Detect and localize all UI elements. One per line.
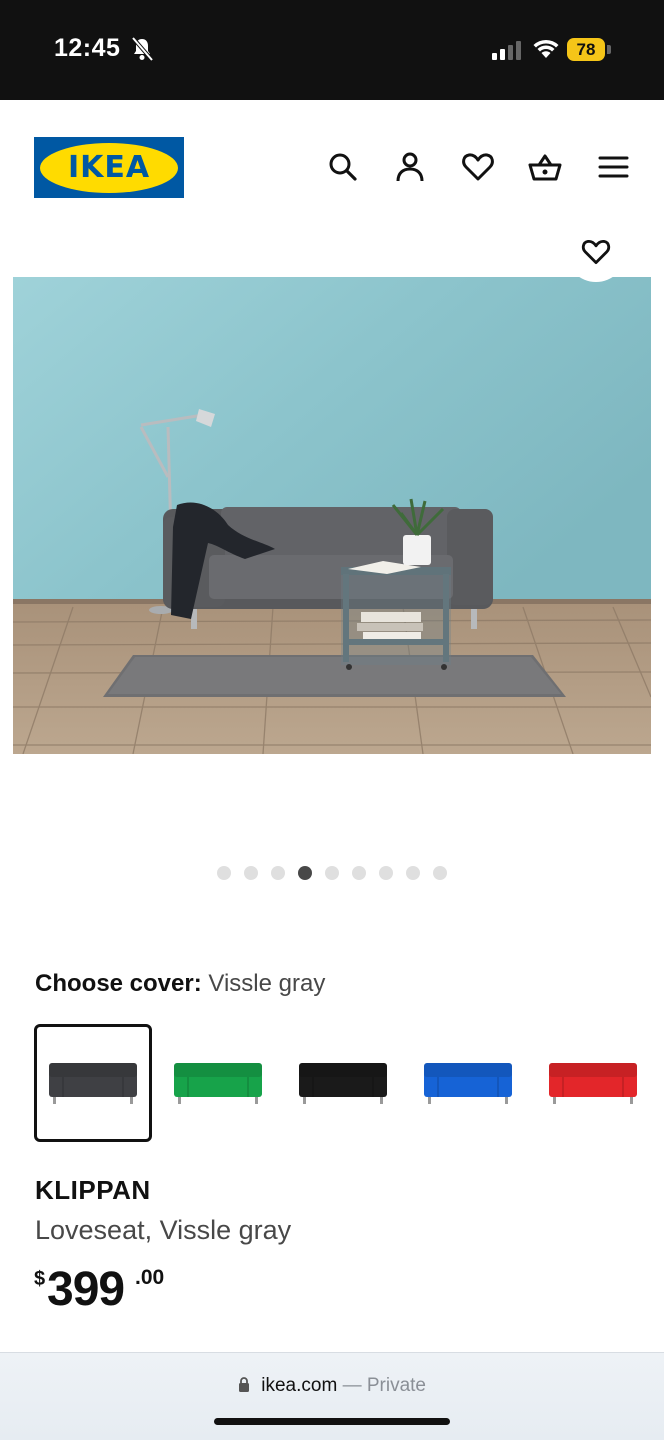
battery-indicator: 78 xyxy=(567,38,605,61)
sofa-thumbnail-icon xyxy=(299,1063,387,1104)
search-icon xyxy=(329,153,357,181)
product-description: Loveseat, Vissle gray xyxy=(35,1215,292,1245)
carousel-dot[interactable] xyxy=(325,866,339,880)
save-to-favorites-button[interactable] xyxy=(566,222,626,282)
carousel-dot[interactable] xyxy=(379,866,393,880)
price-whole: 399 xyxy=(47,1263,125,1316)
carousel-dot[interactable] xyxy=(271,866,285,880)
cart-button[interactable] xyxy=(528,150,562,184)
logo-text: IKEA xyxy=(67,150,151,185)
address-bar[interactable]: ikea.com — Private xyxy=(0,1375,664,1397)
status-time: 12:45 xyxy=(54,34,121,62)
carousel-dot[interactable] xyxy=(406,866,420,880)
cover-swatch[interactable] xyxy=(34,1024,152,1142)
product-name: KLIPPAN xyxy=(35,1175,151,1205)
account-icon xyxy=(396,152,424,182)
carousel-dot[interactable] xyxy=(244,866,258,880)
cover-swatches xyxy=(34,1024,664,1144)
search-button[interactable] xyxy=(326,150,360,184)
cover-label: Choose cover: xyxy=(35,970,202,997)
ikea-logo[interactable]: IKEA xyxy=(34,137,184,198)
cover-swatch[interactable] xyxy=(159,1024,277,1142)
price-currency: $ xyxy=(34,1268,46,1290)
product-image[interactable] xyxy=(13,277,651,754)
sofa-thumbnail-icon xyxy=(49,1063,137,1104)
carousel-dot[interactable] xyxy=(352,866,366,880)
status-bar: 12:45 78 xyxy=(0,0,664,100)
url-separator: — xyxy=(342,1375,362,1396)
favorites-button[interactable] xyxy=(461,150,495,184)
carousel-dot[interactable] xyxy=(298,866,312,880)
battery-tip xyxy=(607,45,611,54)
sofa-thumbnail-icon xyxy=(174,1063,262,1104)
site-header: IKEA xyxy=(0,100,664,230)
bell-slash-icon xyxy=(131,36,154,62)
logo-oval: IKEA xyxy=(40,142,178,193)
cover-swatch[interactable] xyxy=(409,1024,527,1142)
browser-bottom-bar: ikea.com — Private xyxy=(0,1352,664,1440)
private-mode-label: Private xyxy=(366,1375,426,1396)
cover-swatch[interactable] xyxy=(284,1024,402,1142)
product-photo xyxy=(13,277,651,754)
account-button[interactable] xyxy=(393,150,427,184)
heart-icon xyxy=(581,239,611,264)
sofa-thumbnail-icon xyxy=(424,1063,512,1104)
carousel-dot[interactable] xyxy=(433,866,447,880)
cover-selector-label: Choose cover: Vissle gray xyxy=(35,970,325,998)
price-decimal: .00 xyxy=(135,1266,165,1289)
sofa-thumbnail-icon xyxy=(549,1063,637,1104)
lock-icon xyxy=(238,1377,249,1392)
heart-icon xyxy=(462,153,494,181)
cellular-signal-icon xyxy=(492,41,521,60)
url-domain: ikea.com xyxy=(261,1375,338,1396)
wifi-icon xyxy=(533,39,559,58)
carousel-dot[interactable] xyxy=(217,866,231,880)
home-indicator xyxy=(214,1418,450,1425)
image-carousel-dots xyxy=(0,866,664,882)
menu-icon xyxy=(598,156,629,178)
cover-value: Vissle gray xyxy=(208,970,326,997)
menu-button[interactable] xyxy=(596,150,630,184)
cart-icon xyxy=(528,154,562,181)
cover-swatch[interactable] xyxy=(534,1024,652,1142)
